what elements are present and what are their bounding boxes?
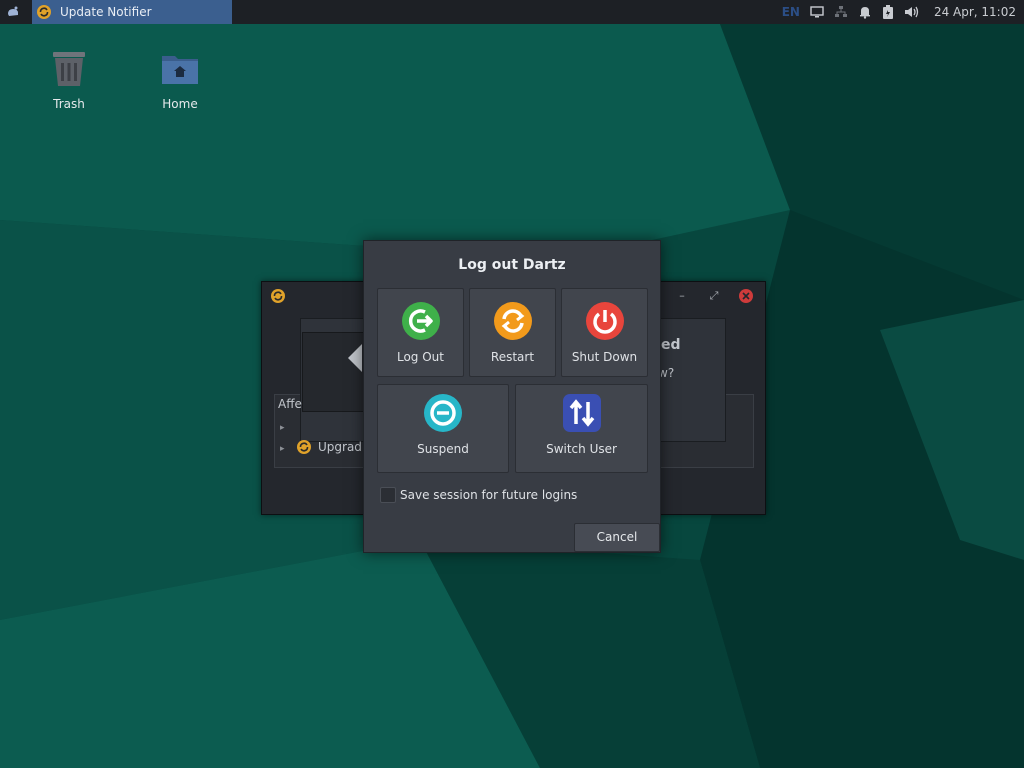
restart-label: Restart [490, 350, 535, 364]
battery-icon[interactable] [882, 5, 894, 19]
clock[interactable]: 24 Apr, 11:02 [934, 5, 1016, 19]
list-item-fragment[interactable]: Upgrad [318, 440, 362, 454]
power-icon [585, 302, 624, 340]
keyboard-layout-indicator[interactable]: EN [782, 5, 800, 19]
notification-bell-icon[interactable] [858, 5, 872, 19]
desktop-icon-label: Home [162, 97, 198, 111]
save-session-checkbox-row[interactable]: Save session for future logins [380, 487, 577, 503]
shut-down-label: Shut Down [571, 350, 638, 364]
top-panel: Update Notifier EN 24 Apr, 11:02 [0, 0, 1024, 24]
volume-icon[interactable] [904, 5, 920, 19]
update-notifier-icon [37, 5, 51, 19]
expander-icon[interactable]: ▸ [280, 423, 285, 433]
switch-user-label: Switch User [546, 442, 617, 456]
log-out-icon [401, 302, 440, 340]
shut-down-button[interactable]: Shut Down [561, 288, 648, 377]
restart-icon [493, 302, 532, 340]
expander-icon[interactable]: ▸ [280, 444, 285, 454]
cancel-button[interactable]: Cancel [574, 523, 660, 552]
save-session-checkbox[interactable] [380, 487, 396, 503]
logout-dialog: Log out Dartz Log Out Restart Shut Down [363, 240, 661, 553]
maximize-window-icon[interactable]: ⤢ [706, 288, 722, 304]
whisker-menu-button[interactable] [0, 0, 26, 24]
taskbar-item-update-notifier[interactable]: Update Notifier [32, 0, 232, 24]
close-window-icon[interactable] [738, 288, 754, 304]
desktop-icon-trash[interactable]: Trash [29, 48, 109, 111]
network-icon[interactable] [834, 5, 848, 19]
log-out-button[interactable]: Log Out [377, 288, 464, 377]
save-session-label: Save session for future logins [400, 488, 578, 502]
system-tray: EN 24 Apr, 11:02 [772, 0, 1024, 24]
suspend-label: Suspend [417, 442, 469, 456]
suspend-icon [424, 394, 462, 432]
log-out-label: Log Out [396, 350, 444, 364]
suspend-button[interactable]: Suspend [377, 384, 509, 473]
home-folder-icon [162, 56, 198, 84]
dialog-title: Log out Dartz [458, 257, 566, 273]
list-label-fragment: Affe [278, 397, 302, 411]
arrow-left-icon [348, 344, 362, 372]
desktop-icon-label: Trash [53, 97, 85, 111]
update-notifier-icon [297, 440, 311, 454]
taskbar-item-label: Update Notifier [60, 5, 152, 19]
update-notifier-icon [271, 289, 285, 303]
minimize-window-icon[interactable]: – [674, 288, 690, 304]
switch-user-button[interactable]: Switch User [515, 384, 648, 473]
desktop-icon-home[interactable]: Home [140, 48, 220, 111]
restart-button[interactable]: Restart [469, 288, 556, 377]
switch-user-icon [562, 394, 601, 432]
xfce-mouse-icon [8, 6, 18, 16]
trash-icon [53, 52, 85, 86]
display-icon[interactable] [810, 6, 824, 18]
